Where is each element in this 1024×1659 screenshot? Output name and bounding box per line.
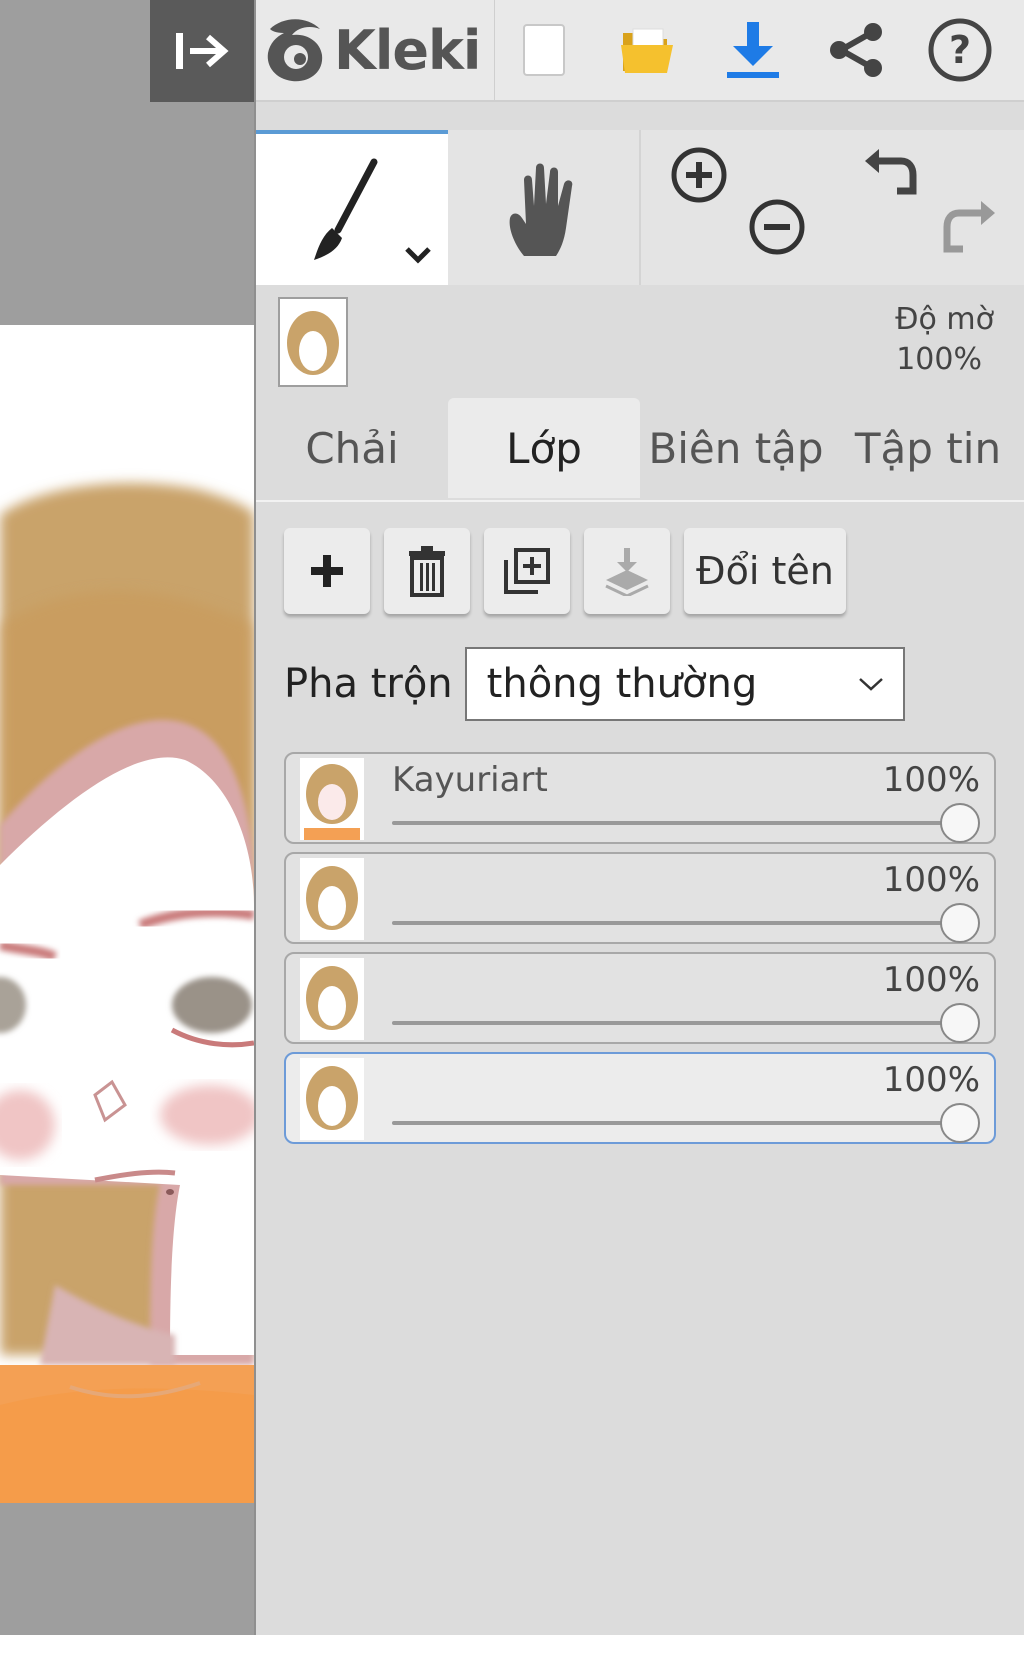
layer-opacity-knob[interactable] — [940, 903, 980, 943]
new-document-button[interactable] — [504, 10, 584, 90]
help-icon: ? — [928, 18, 992, 82]
share-button[interactable] — [816, 10, 896, 90]
canvas-area[interactable] — [0, 0, 254, 1635]
undo-button[interactable] — [856, 140, 926, 210]
side-panel: Kleki ? Độ mờ 100% Chải Lớp Biên tập Tập… — [254, 0, 1024, 1635]
tab-layers[interactable]: Lớp — [448, 398, 640, 498]
rename-layer-button[interactable]: Đổi tên — [684, 528, 846, 614]
app-name: Kleki — [334, 18, 481, 82]
chevron-down-icon[interactable] — [404, 246, 432, 264]
layer-opacity-value: 100% — [882, 1060, 980, 1100]
layer-opacity-slider[interactable] — [392, 1021, 960, 1025]
open-folder-icon — [621, 28, 673, 73]
bottom-strip — [0, 1635, 1024, 1659]
kleki-logo-icon — [267, 19, 323, 82]
tool-row — [256, 130, 1024, 285]
blend-mode-value: thông thường — [486, 661, 758, 707]
opacity-readout: Độ mờ 100% — [794, 300, 994, 380]
arrow-right-to-line-icon — [176, 33, 229, 69]
layer-item[interactable]: 100% — [284, 952, 996, 1044]
layer-opacity-knob[interactable] — [940, 1003, 980, 1043]
layer-thumbnail — [300, 958, 364, 1040]
layer-opacity-value: 100% — [882, 960, 980, 1000]
add-layer-icon — [311, 555, 343, 587]
blend-mode-select[interactable]: thông thường — [464, 647, 905, 721]
merge-down-button[interactable] — [584, 528, 670, 614]
zoom-out-button[interactable] — [742, 192, 812, 262]
layer-opacity-knob[interactable] — [940, 803, 980, 843]
layer-opacity-knob[interactable] — [940, 1103, 980, 1143]
drawing-artwork — [0, 483, 254, 1503]
layer-thumbnail — [300, 1058, 364, 1140]
tab-file[interactable]: Tập tin — [832, 398, 1024, 498]
brush-icon — [314, 158, 378, 260]
add-layer-button[interactable] — [284, 528, 370, 614]
opacity-label: Độ mờ — [895, 302, 994, 337]
redo-button[interactable] — [934, 192, 1004, 262]
drawing-canvas[interactable] — [0, 325, 254, 1503]
collapse-panel-button[interactable] — [150, 0, 254, 102]
new-document-icon — [523, 24, 565, 76]
tab-brush[interactable]: Chải — [256, 398, 448, 498]
duplicate-layer-button[interactable] — [484, 528, 570, 614]
help-button[interactable]: ? — [920, 10, 1000, 90]
blend-mode-row: Pha trộn thông thường — [284, 644, 905, 724]
hand-icon — [509, 163, 572, 256]
top-toolbar: Kleki ? — [256, 0, 1024, 102]
zoom-out-icon — [749, 199, 805, 255]
merge-down-icon — [605, 548, 649, 596]
layer-opacity-value: 100% — [882, 760, 980, 800]
layer-item-selected[interactable]: 100% — [284, 1052, 996, 1144]
layer-item[interactable]: Kayuriart 100% — [284, 752, 996, 844]
zoom-in-icon — [671, 147, 727, 203]
zoom-in-button[interactable] — [664, 140, 734, 210]
duplicate-layer-icon — [504, 548, 550, 594]
undo-icon — [865, 149, 917, 195]
delete-layer-button[interactable] — [384, 528, 470, 614]
chevron-down-icon — [858, 678, 883, 691]
tab-edit[interactable]: Biên tập — [640, 398, 832, 498]
open-file-button[interactable] — [608, 10, 688, 90]
layer-opacity-slider[interactable] — [392, 1121, 960, 1125]
brush-preview-thumbnail — [278, 297, 348, 387]
delete-layer-icon — [409, 546, 445, 597]
layer-opacity-slider[interactable] — [392, 821, 960, 825]
layer-thumbnail — [300, 858, 364, 940]
layer-thumbnail — [300, 758, 364, 840]
svg-text:?: ? — [949, 28, 971, 72]
layer-name: Kayuriart — [392, 760, 548, 800]
layer-opacity-slider[interactable] — [392, 921, 960, 925]
hand-tool-button[interactable] — [448, 130, 641, 285]
opacity-value: 100% — [896, 342, 982, 377]
blend-mode-label: Pha trộn — [284, 661, 453, 707]
share-icon — [830, 23, 882, 77]
redo-icon — [943, 201, 995, 253]
download-icon — [727, 22, 779, 78]
panel-tabs: Chải Lớp Biên tập Tập tin — [256, 398, 1024, 502]
brush-tool-button[interactable] — [256, 130, 448, 285]
kleki-logo[interactable]: Kleki — [262, 0, 495, 100]
layer-opacity-value: 100% — [882, 860, 980, 900]
layer-item[interactable]: 100% — [284, 852, 996, 944]
download-button[interactable] — [713, 10, 793, 90]
